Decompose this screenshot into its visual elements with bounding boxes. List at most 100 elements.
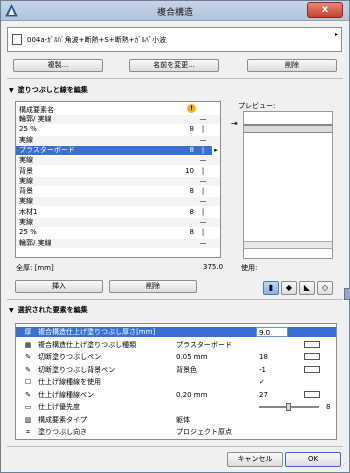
line-type-icon: — [199,238,207,247]
triangle-right-icon: ▸ [334,31,338,38]
properties-table: 厚複合構造仕上げ塗りつぶし厚さ[mm] 9.0 ▦ 複合構造仕上げ塗りつぶし種類 プラス… [15,323,337,440]
property-icon: ✎ [25,365,31,374]
roof-usage-icon[interactable]: ◣ [299,281,315,295]
fill-section-title: 塗りつぶしと線を編集 [17,86,88,94]
composite-swatch-icon [12,34,22,45]
skin-row-label: 25 % [19,228,37,237]
shell-usage-icon[interactable]: ◇ [317,281,333,295]
skin-row[interactable]: 背景 8 | [16,187,220,196]
skin-row-label: 背景 [19,187,33,196]
property-number[interactable]: 27 [259,390,268,400]
property-number[interactable]: ✓ [259,377,265,387]
skin-row-label: 実線 [19,218,33,226]
side-tab-handle[interactable] [344,288,350,300]
resize-grip-icon[interactable]: ⋰ [340,462,347,470]
property-value: プロジェクト原点 [176,428,232,436]
duplicate-button[interactable]: 複製... [13,59,103,72]
divider [7,299,343,300]
property-row[interactable]: ✎ 仕上げ線種線ペン 0.20 mm 27 [16,390,336,400]
property-icon: ⌗ [26,428,30,436]
property-row[interactable]: ✎ 切断塗りつぶし背景ペン 背景色 -1 [16,365,336,375]
preview-line [244,248,332,249]
property-row[interactable]: ✎ 切断塗りつぶしペン 0.05 mm 18 [16,352,336,362]
slab-usage-icon[interactable]: ◆ [281,281,297,295]
skin-row-pen: 8 [189,207,194,216]
skin-row[interactable]: 輪郭/ 実線 — [16,238,220,248]
fill-bar-icon: | [201,187,205,196]
property-icon: ▭ [24,403,32,411]
skin-row-pen: 10 [185,166,194,175]
rename-button[interactable]: 名前を変更... [129,59,219,72]
property-value: 0.05 mm [176,353,208,361]
skin-row[interactable]: プラスターボード 8 | ▸ [16,145,220,155]
property-row[interactable]: ▭ 仕上げ優先度 8 [16,402,336,412]
fill-bar-icon: | [201,207,205,216]
skin-row-label: 背景 [19,166,33,175]
skin-row-pen: 8 [189,125,194,134]
skin-row-label: 実線 [19,135,33,144]
thickness-input[interactable]: 9.0 [256,327,288,337]
skin-row[interactable]: 実線 — [16,218,220,227]
skin-row[interactable]: 25 % 8 | [16,228,220,237]
property-row[interactable]: ☐ 仕上げ線種線を使用 ✓ [16,377,336,387]
skin-row-label: 実線 [19,156,33,165]
line-type-icon: — [199,135,207,144]
triangle-down-icon: ▼ [9,87,14,94]
composite-structure-dialog: 複合構造 x 004a-ｶﾞﾙﾊﾞ角波+断熱+S+断熱+ｶﾞﾙﾊﾞ小波 ▸ 複製… [0,0,350,473]
fill-bar-icon: | [201,125,205,134]
skin-row[interactable]: 木材1 8 | [16,208,220,217]
skin-row-label: 輪郭/ 実線 [19,115,52,123]
property-icon: ☐ [24,378,32,386]
skin-row[interactable]: 背景 10 | [16,167,220,176]
preview-label: プレビュー: [238,102,276,110]
skin-row-label: 25 % [19,125,37,134]
property-row[interactable]: ▦ 複合構造仕上げ塗りつぶし種類 プラスターボード [16,340,336,350]
delete-composite-button[interactable]: 削除 [247,59,337,72]
props-section-heading[interactable]: ▼ 選択された要素を編集 [9,305,88,315]
close-button[interactable]: x [307,2,343,18]
line-type-icon: — [199,156,207,165]
property-number[interactable]: 8 [326,402,330,412]
property-name: 仕上げ優先度 [38,403,80,411]
property-number[interactable]: 18 [259,352,268,362]
property-row[interactable]: 厚複合構造仕上げ塗りつぶし厚さ[mm] 9.0 [16,327,336,337]
row-expand-icon[interactable]: ▸ [212,145,220,155]
delete-skin-button[interactable]: 削除 [109,280,197,293]
pen-swatch[interactable] [304,340,320,348]
preview-pane [243,111,333,259]
warning-icon: ! [187,104,196,113]
property-name: 塗りつぶし向き [38,428,88,436]
skin-row[interactable]: 実線 — [16,176,220,186]
line-type-icon: — [199,176,207,185]
property-row[interactable]: ▥ 構成要素タイプ 躯体 [16,415,336,425]
property-icon: ✎ [25,390,31,399]
ok-button[interactable]: OK [285,452,341,467]
property-number[interactable]: -1 [259,365,266,375]
fill-bar-icon: | [201,145,205,154]
skin-row-label: 木材1 [19,207,38,216]
skin-row[interactable]: 25 % 8 | [16,125,220,134]
pen-swatch[interactable] [304,353,320,360]
column-header: 構成要素名 [19,106,54,114]
property-value: プラスターボード [176,340,232,349]
pen-swatch[interactable] [304,390,320,398]
property-icon: ▦ [24,340,32,349]
skin-row[interactable]: 輪郭/ 実線 — [16,115,220,124]
total-thickness-value: 375.0 [203,263,224,271]
composite-selector[interactable]: 004a-ｶﾞﾙﾊﾞ角波+断熱+S+断熱+ｶﾞﾙﾊﾞ小波 ▸ [7,27,342,52]
skin-row[interactable]: 実線 — [16,156,220,166]
slider-thumb[interactable] [286,403,291,411]
cancel-button[interactable]: キャンセル [227,452,283,467]
skin-row[interactable]: 実線 — [16,197,220,207]
wall-usage-icon[interactable]: ▮ [263,281,279,295]
insert-button[interactable]: 挿入 [15,280,103,293]
pen-swatch[interactable] [304,365,320,373]
property-name: 複合構造仕上げ塗りつぶし種類 [38,340,137,349]
fill-section-heading[interactable]: ▼ 塗りつぶしと線を編集 [9,85,88,95]
props-section-title: 選択された要素を編集 [17,306,88,314]
window-title: 複合構造 [156,8,193,18]
title-bar: 複合構造 x [1,1,349,21]
property-row[interactable]: ⌗ 塗りつぶし向き プロジェクト原点 [16,427,336,437]
skin-row[interactable]: 実線 — [16,135,220,145]
property-name: 仕上げ線種線ペン [38,390,94,399]
